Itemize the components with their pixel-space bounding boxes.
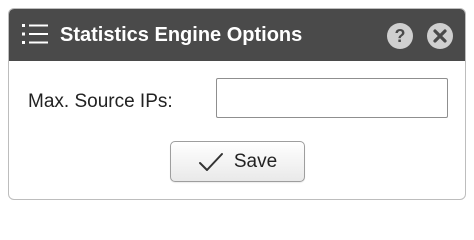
statistics-engine-options-dialog: Statistics Engine Options ? Max. Source … xyxy=(8,8,466,200)
help-icon[interactable]: ? xyxy=(387,23,413,49)
dialog-title: Statistics Engine Options xyxy=(60,24,303,46)
save-button[interactable]: Save xyxy=(170,141,305,182)
checkmark-icon xyxy=(198,152,223,171)
max-source-ips-label: Max. Source IPs: xyxy=(28,91,173,112)
save-button-label: Save xyxy=(233,150,278,172)
max-source-ips-input[interactable] xyxy=(216,78,448,118)
list-icon[interactable] xyxy=(21,22,49,46)
close-icon[interactable] xyxy=(427,23,453,49)
dialog-titlebar: Statistics Engine Options ? xyxy=(9,9,465,61)
